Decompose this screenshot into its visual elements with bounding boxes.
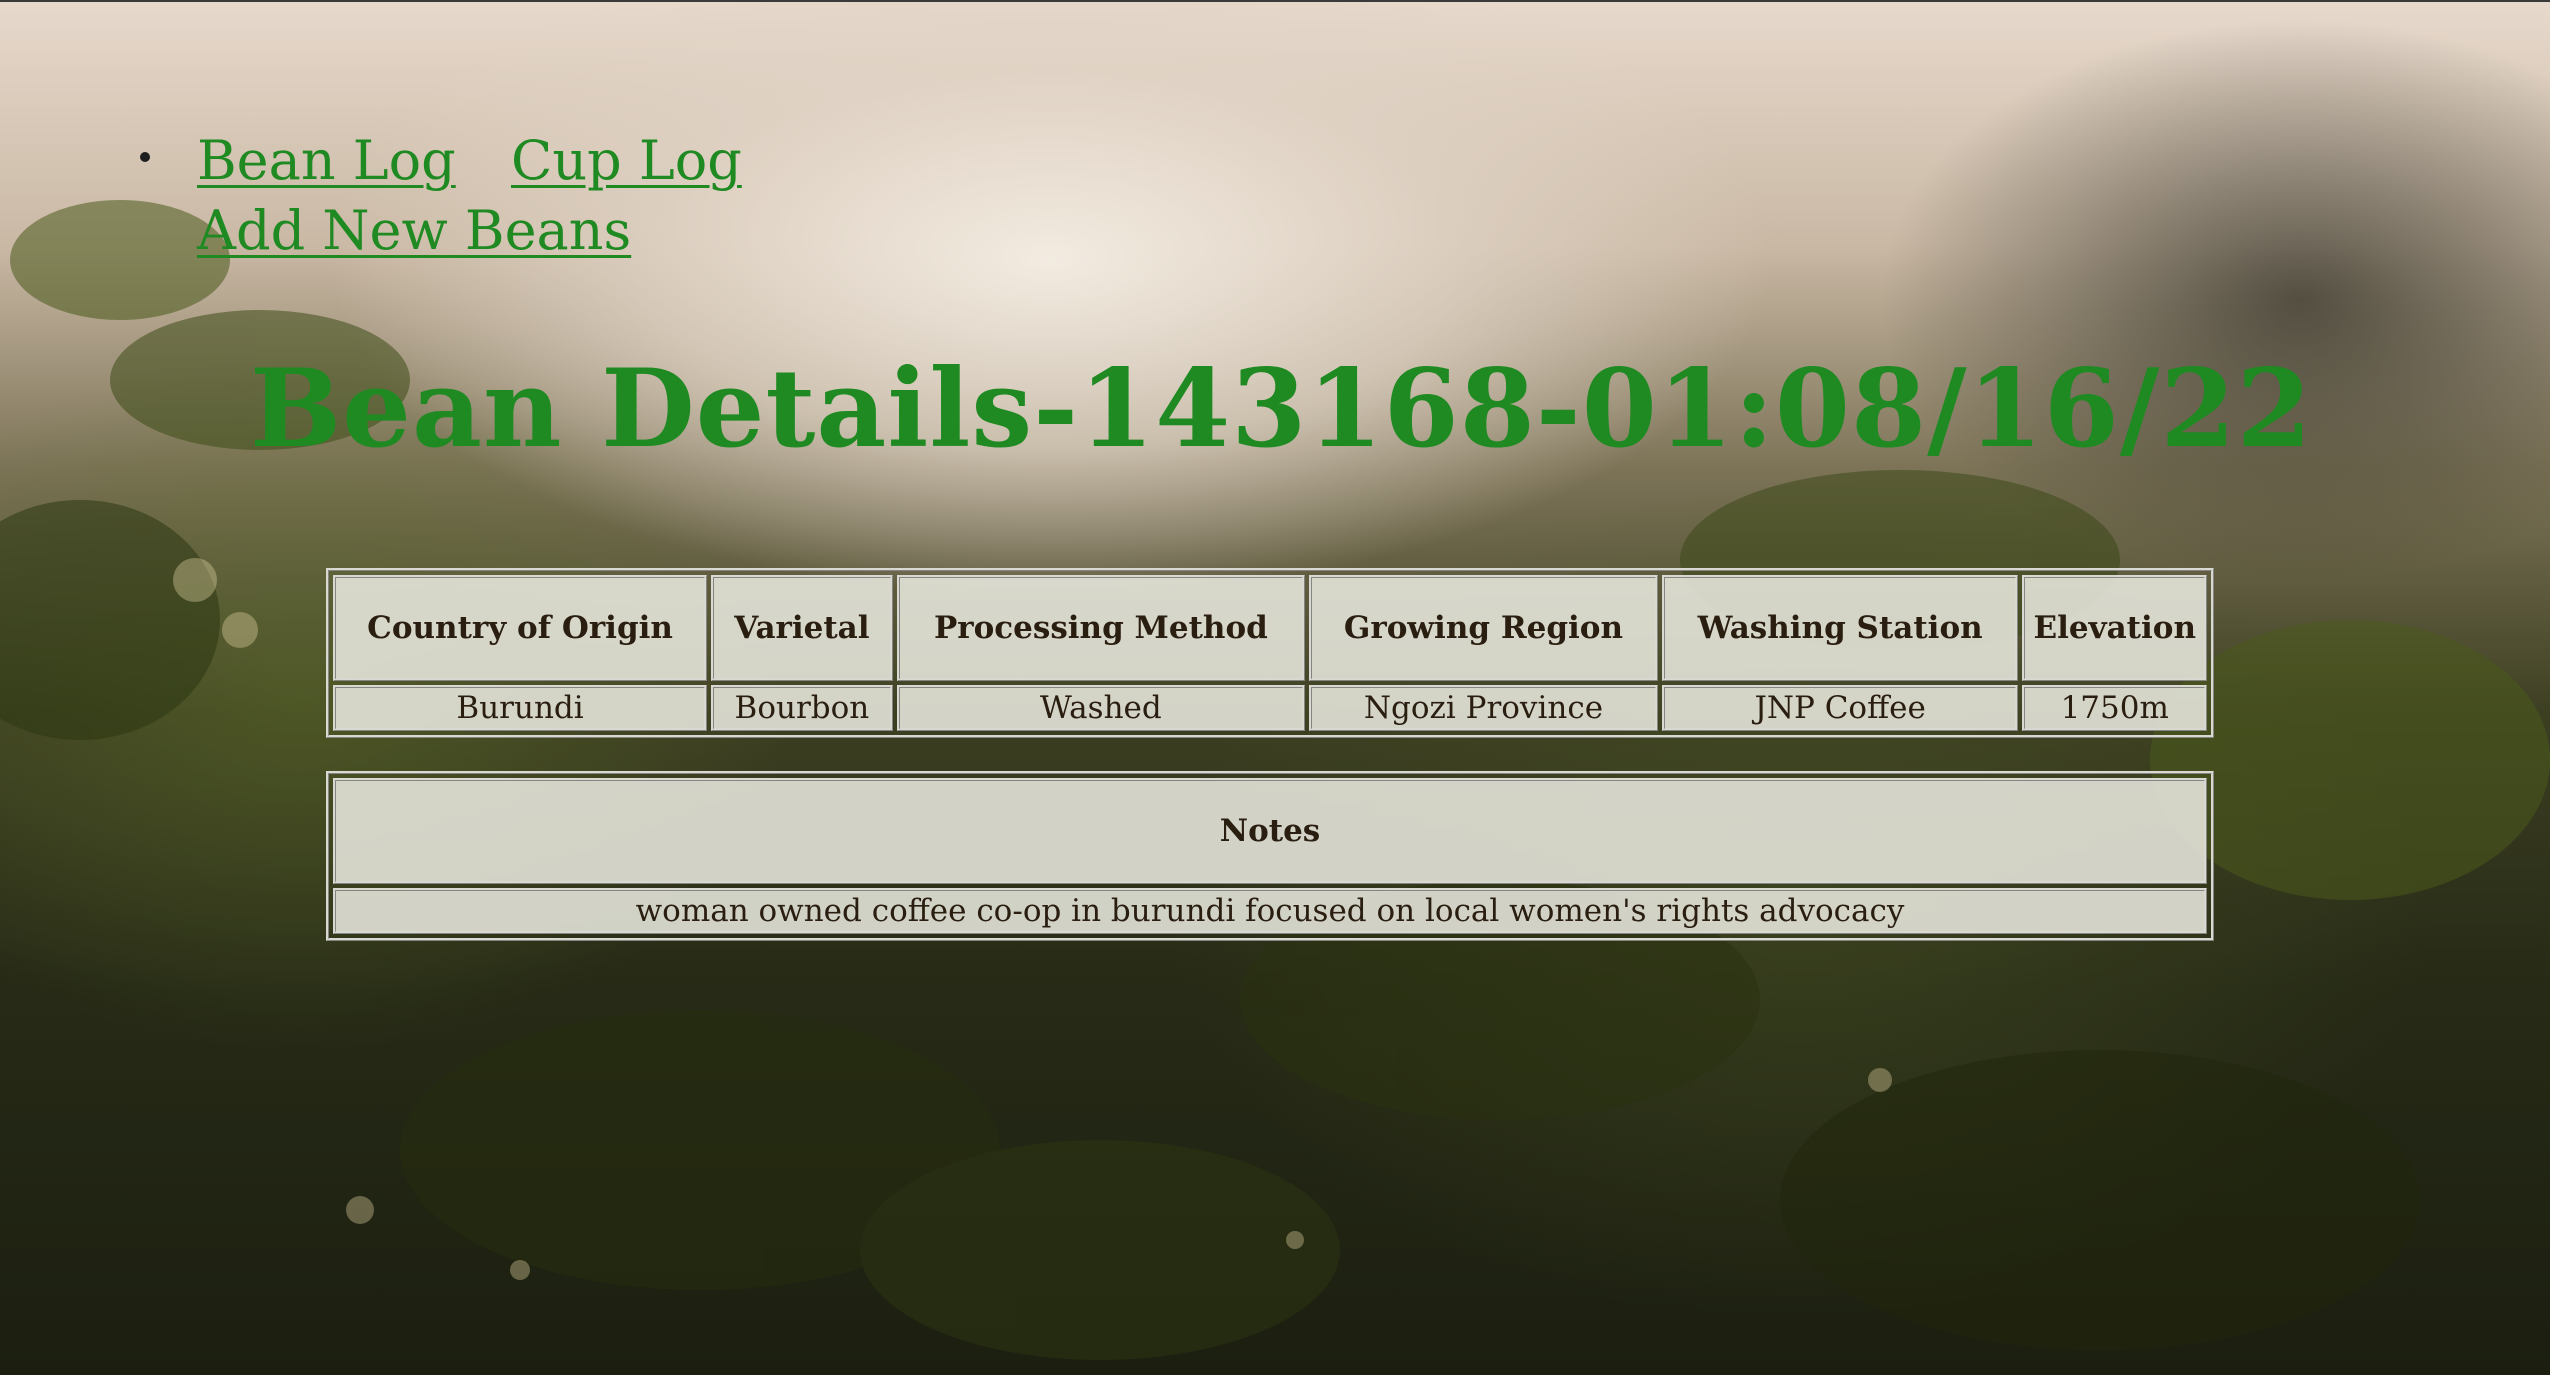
table-header-row: Country of Origin Varietal Processing Me… — [333, 575, 2207, 681]
cell-processing-method: Washed — [896, 685, 1306, 731]
header-growing-region: Growing Region — [1309, 575, 1658, 681]
cell-growing-region: Ngozi Province — [1309, 685, 1658, 731]
nav-link-cup-log[interactable]: Cup Log — [511, 134, 742, 188]
cell-washing-station: JNP Coffee — [1661, 685, 2019, 731]
table-row: Burundi Bourbon Washed Ngozi Province JN… — [333, 685, 2207, 731]
notes-header-row: Notes — [333, 778, 2207, 884]
window-top-border — [0, 0, 2550, 2]
page-title: Bean Details-143168-01:08/16/22 — [250, 346, 2313, 472]
header-notes: Notes — [333, 778, 2207, 884]
notes-table: Notes woman owned coffee co-op in burund… — [326, 771, 2214, 941]
nav-bullet — [140, 152, 150, 162]
nav-link-add-new-beans[interactable]: Add New Beans — [197, 204, 631, 258]
notes-row: woman owned coffee co-op in burundi focu… — [333, 888, 2207, 934]
header-varietal: Varietal — [711, 575, 893, 681]
bean-details-table: Country of Origin Varietal Processing Me… — [326, 568, 2214, 738]
header-processing-method: Processing Method — [896, 575, 1306, 681]
header-washing-station: Washing Station — [1661, 575, 2019, 681]
cell-varietal: Bourbon — [711, 685, 893, 731]
header-elevation: Elevation — [2022, 575, 2207, 681]
cell-country-of-origin: Burundi — [333, 685, 708, 731]
nav-link-bean-log[interactable]: Bean Log — [197, 134, 456, 188]
cell-elevation: 1750m — [2022, 685, 2207, 731]
header-country-of-origin: Country of Origin — [333, 575, 708, 681]
cell-notes: woman owned coffee co-op in burundi focu… — [333, 888, 2207, 934]
